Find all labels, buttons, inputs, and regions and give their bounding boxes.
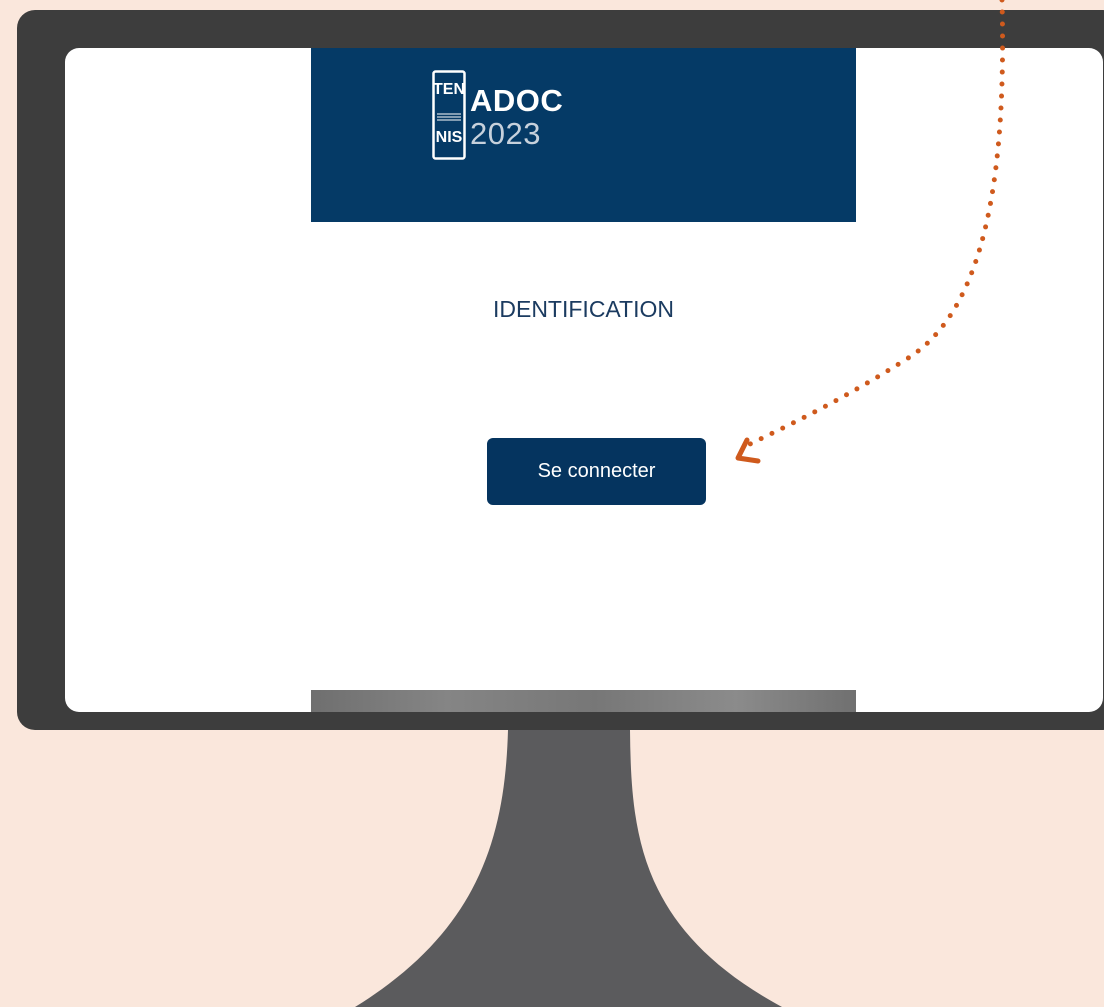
logo-text-bottom: NIS	[436, 129, 463, 146]
screen: TEN NIS ADOC 2023 IDENTIFICATION Se conn…	[65, 48, 1103, 712]
login-page: TEN NIS ADOC 2023 IDENTIFICATION Se conn…	[311, 48, 856, 712]
brand-year: 2023	[470, 116, 541, 151]
page-title: IDENTIFICATION	[492, 296, 674, 322]
brand-title: ADOC	[470, 83, 564, 118]
tennis-logo-icon: TEN NIS	[432, 70, 466, 160]
footer-image-strip	[311, 690, 856, 712]
login-button[interactable]: Se connecter	[487, 438, 706, 505]
app-header: TEN NIS ADOC 2023	[311, 48, 856, 222]
monitor-frame: TEN NIS ADOC 2023 IDENTIFICATION Se conn…	[17, 10, 1104, 730]
logo-text-top: TEN	[433, 81, 465, 98]
